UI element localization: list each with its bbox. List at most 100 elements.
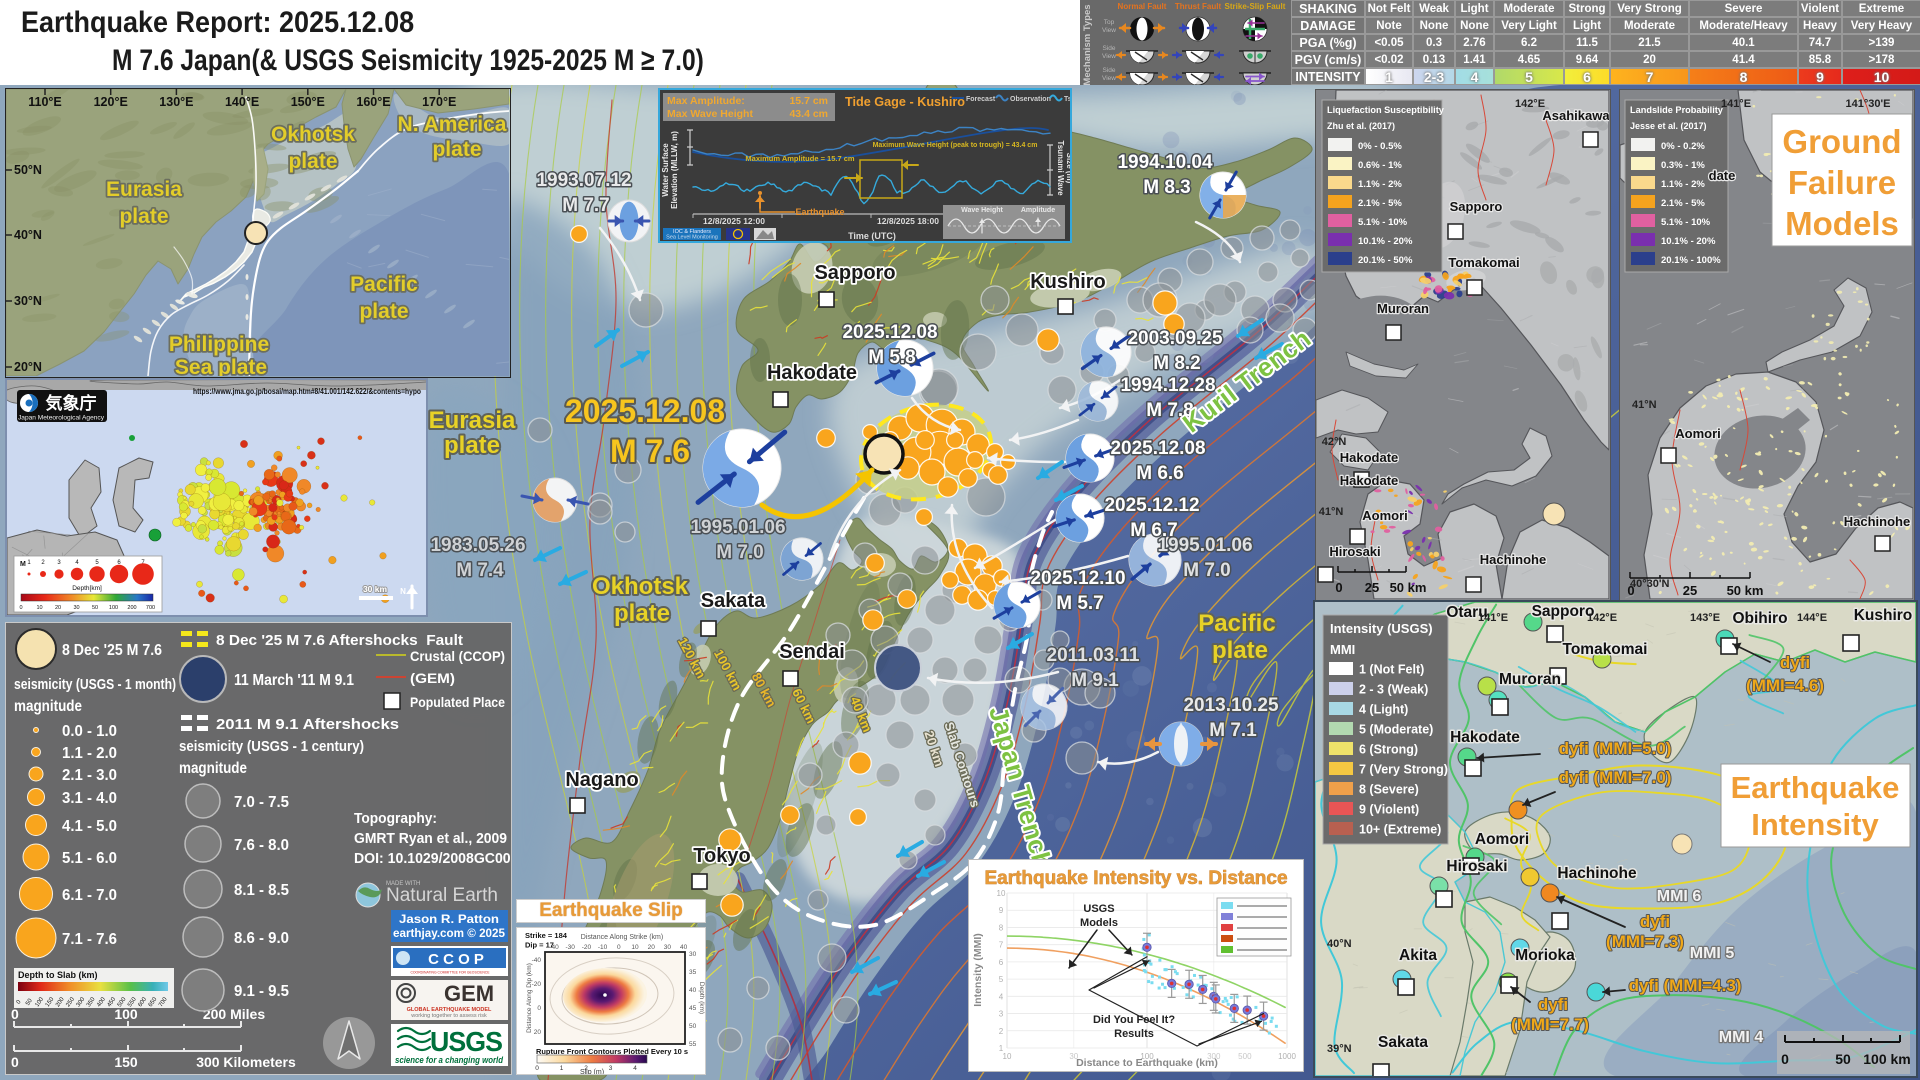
svg-text:Sakata: Sakata	[701, 590, 766, 612]
svg-text:150: 150	[114, 1054, 138, 1070]
svg-text:6 (Strong): 6 (Strong)	[1359, 743, 1418, 757]
svg-text:Okhotsk: Okhotsk	[592, 573, 689, 600]
svg-text:2011 M 9.1 Aftershocks: 2011 M 9.1 Aftershocks	[216, 716, 399, 733]
svg-text:dyfi: dyfi	[1640, 912, 1670, 931]
svg-text:Failure: Failure	[1788, 164, 1896, 201]
svg-text:date: date	[1709, 168, 1736, 183]
svg-text:2011.03.11: 2011.03.11	[1047, 645, 1140, 666]
svg-text:142°E: 142°E	[1515, 98, 1545, 110]
svg-text:141°E: 141°E	[1721, 98, 1751, 110]
svg-text:M: M	[20, 561, 26, 568]
svg-text:3: 3	[999, 1010, 1004, 1019]
svg-text:1994.10.04: 1994.10.04	[1117, 152, 1213, 173]
svg-text:20°N: 20°N	[14, 360, 42, 374]
svg-text:3.1 - 4.0: 3.1 - 4.0	[62, 790, 117, 807]
svg-text:plate: plate	[359, 300, 408, 323]
svg-text:2025.12.08: 2025.12.08	[565, 393, 725, 429]
svg-text:M 7.0: M 7.0	[1183, 560, 1231, 581]
svg-text:MADE WITH: MADE WITH	[386, 881, 420, 887]
svg-text:50 km: 50 km	[1390, 580, 1427, 595]
svg-text:Intensity (MMI): Intensity (MMI)	[972, 933, 984, 1007]
svg-text:M 9.1: M 9.1	[1071, 670, 1119, 691]
svg-text:45: 45	[689, 1005, 697, 1012]
svg-text:View: View	[1102, 53, 1116, 60]
svg-text:2.1% - 5%: 2.1% - 5%	[1358, 198, 1402, 209]
svg-text:7.6 - 8.0: 7.6 - 8.0	[234, 837, 289, 854]
svg-text:Akita: Akita	[1399, 947, 1437, 964]
svg-text:Sapporo: Sapporo	[1532, 603, 1595, 620]
svg-text:143°E: 143°E	[1690, 612, 1720, 624]
svg-text:0: 0	[537, 1005, 541, 1012]
svg-text:Earthquake Intensity vs. Dista: Earthquake Intensity vs. Distance	[984, 868, 1287, 889]
svg-text:4: 4	[999, 992, 1004, 1001]
svg-text:9.1 - 9.5: 9.1 - 9.5	[234, 983, 289, 1000]
svg-text:MMI 6: MMI 6	[1657, 888, 1702, 905]
svg-text:40°N: 40°N	[1327, 938, 1352, 950]
svg-text:Morioka: Morioka	[1515, 947, 1575, 964]
svg-text:7: 7	[999, 941, 1004, 950]
svg-text:39°N: 39°N	[1327, 1043, 1352, 1055]
svg-text:Tomakomai: Tomakomai	[1448, 255, 1519, 270]
svg-text:plate: plate	[119, 205, 168, 228]
svg-text:2.1% - 5%: 2.1% - 5%	[1661, 198, 1705, 209]
svg-text:magnitude: magnitude	[14, 698, 82, 715]
svg-text:Side: Side	[1102, 67, 1115, 74]
svg-text:0% - 0.2%: 0% - 0.2%	[1661, 141, 1705, 152]
svg-text:7 (Very Strong): 7 (Very Strong)	[1359, 763, 1448, 777]
svg-text:50: 50	[92, 605, 98, 611]
svg-text:Natural Earth: Natural Earth	[386, 885, 498, 906]
svg-text:130°E: 130°E	[159, 95, 193, 109]
svg-text:8.1 - 8.5: 8.1 - 8.5	[234, 882, 289, 899]
svg-text:160°E: 160°E	[356, 95, 390, 109]
svg-text:気象庁: 気象庁	[45, 393, 97, 413]
svg-text:Slip (m): Slip (m)	[580, 1069, 604, 1074]
svg-text:Tsunami: Tsunami	[1064, 96, 1070, 103]
svg-text:USGS: USGS	[1083, 903, 1114, 915]
svg-text:earthjay.com © 2025: earthjay.com © 2025	[393, 926, 505, 940]
svg-text:M 5.8: M 5.8	[868, 347, 916, 368]
svg-text:8 Dec '25 M 7.6: 8 Dec '25 M 7.6	[62, 642, 162, 659]
svg-text:Zhu et al. (2017): Zhu et al. (2017)	[1327, 121, 1395, 131]
svg-text:2025.12.10: 2025.12.10	[1030, 568, 1125, 589]
svg-text:1.1 - 2.0: 1.1 - 2.0	[62, 745, 117, 762]
svg-text:141°E: 141°E	[1478, 612, 1508, 624]
svg-text:Populated Place: Populated Place	[410, 694, 505, 710]
svg-text:0.3% - 1%: 0.3% - 1%	[1661, 160, 1705, 171]
svg-text:6.1 - 7.0: 6.1 - 7.0	[62, 887, 117, 904]
svg-text:COORDINATING COMMITTEE FOR GEO: COORDINATING COMMITTEE FOR GEOSCIENCE	[410, 971, 490, 975]
svg-text:2025.12.08: 2025.12.08	[842, 322, 937, 343]
svg-text:8 (Severe): 8 (Severe)	[1359, 783, 1419, 797]
svg-text:2.1 - 3.0: 2.1 - 3.0	[62, 767, 117, 784]
svg-text:Thrust Fault: Thrust Fault	[1175, 2, 1222, 11]
svg-text:40°N: 40°N	[14, 228, 42, 242]
svg-text:USGS: USGS	[430, 1026, 502, 1057]
svg-text:Ground: Ground	[1782, 123, 1901, 160]
svg-text:55: 55	[689, 1041, 697, 1048]
svg-text:2 - 3 (Weak): 2 - 3 (Weak)	[1359, 683, 1428, 697]
svg-text:500: 500	[1238, 1052, 1252, 1061]
svg-text:dyfi (MMI=5.0): dyfi (MMI=5.0)	[1559, 739, 1672, 758]
svg-text:Rupture Front Contours Plotted: Rupture Front Contours Plotted Every 10 …	[536, 1047, 688, 1056]
svg-text:0: 0	[1627, 583, 1634, 598]
svg-text:Philippine: Philippine	[169, 333, 269, 356]
svg-text:N: N	[400, 587, 406, 596]
svg-text:Time (UTC): Time (UTC)	[848, 231, 896, 241]
svg-text:Crustal (CCOP): Crustal (CCOP)	[410, 648, 505, 664]
svg-text:40: 40	[689, 987, 697, 994]
svg-text:science for a changing world: science for a changing world	[395, 1055, 503, 1066]
svg-text:Nagano: Nagano	[565, 769, 638, 791]
svg-text:8 Dec '25 M 7.6 Aftershocks F: 8 Dec '25 M 7.6 Aftershocks Fault	[216, 632, 463, 649]
svg-text:Top: Top	[1104, 19, 1115, 26]
svg-text:plate: plate	[432, 138, 481, 161]
svg-text:1983.05.26: 1983.05.26	[430, 535, 525, 556]
svg-text:20: 20	[648, 944, 656, 951]
svg-text:Topography:: Topography:	[354, 811, 437, 827]
svg-text:(MMI=7.3): (MMI=7.3)	[1606, 932, 1684, 951]
svg-text:10.1% - 20%: 10.1% - 20%	[1358, 236, 1413, 247]
svg-text:Jason R. Patton: Jason R. Patton	[399, 912, 499, 926]
svg-text:0: 0	[11, 1006, 19, 1022]
svg-text:9: 9	[999, 906, 1004, 915]
svg-text:41°N: 41°N	[1632, 399, 1657, 411]
svg-text:Results: Results	[1114, 1028, 1154, 1040]
svg-text:0: 0	[19, 605, 22, 611]
